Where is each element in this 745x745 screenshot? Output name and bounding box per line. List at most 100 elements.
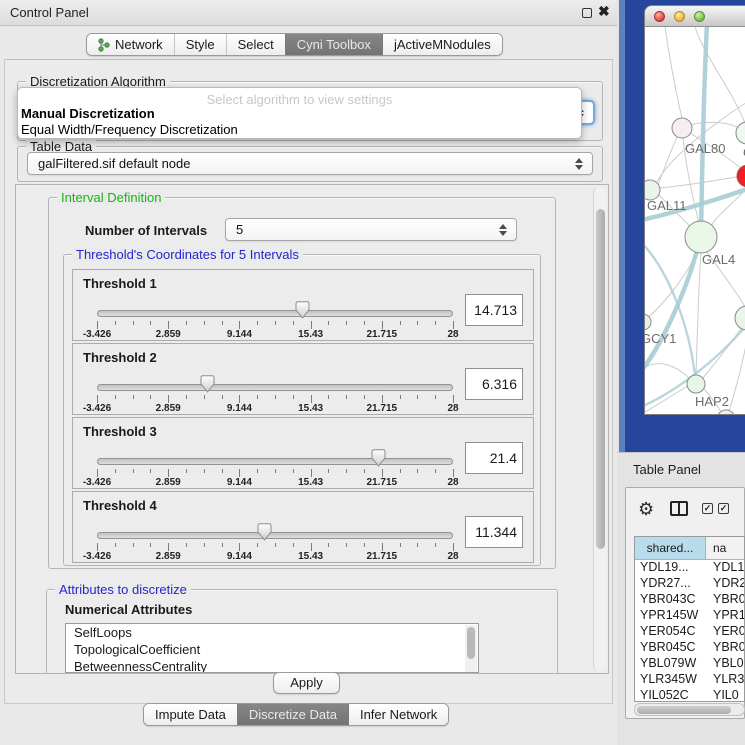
tick-label: 9.144	[227, 551, 252, 562]
minor-tick	[400, 543, 401, 547]
network-node-label: GAL11	[647, 198, 687, 213]
table-row[interactable]: YIL052CYIL0	[635, 688, 744, 702]
minor-tick	[275, 543, 276, 547]
thresholds-group-label: Threshold's Coordinates for 5 Intervals	[72, 247, 303, 262]
column-header-shared-name[interactable]: shared...	[635, 537, 706, 559]
tick-label: 15.43	[298, 329, 323, 340]
slider-track[interactable]	[97, 532, 453, 539]
network-edge[interactable]	[645, 385, 689, 412]
table-horizontal-scrollbar[interactable]	[634, 703, 745, 716]
network-node[interactable]	[645, 314, 651, 330]
threshold-value-field[interactable]: 6.316	[465, 368, 523, 400]
network-edge[interactable]	[658, 135, 678, 185]
network-node[interactable]	[737, 165, 745, 187]
network-node[interactable]	[736, 122, 745, 144]
slider-track[interactable]	[97, 458, 453, 465]
popup-item-equal-width-frequency[interactable]: Equal Width/Frequency Discretization	[21, 122, 238, 137]
slider-track[interactable]	[97, 310, 453, 317]
table-panel-header: Table Panel	[617, 452, 745, 486]
network-node[interactable]	[645, 180, 660, 200]
tab-impute-data[interactable]: Impute Data	[144, 704, 237, 725]
network-edge[interactable]	[665, 27, 682, 118]
threshold-value-field[interactable]: 14.713	[465, 294, 523, 326]
attributes-scrollbar[interactable]	[465, 625, 477, 673]
table-row[interactable]: YPR145WYPR1	[635, 608, 744, 624]
minor-tick	[435, 543, 436, 547]
tab-select[interactable]: Select	[226, 34, 285, 55]
minor-tick	[204, 395, 205, 399]
number-of-intervals-combobox[interactable]: 5	[225, 218, 517, 241]
network-window-titlebar[interactable]	[645, 6, 745, 27]
close-icon[interactable]: ✖	[598, 3, 610, 20]
minor-tick	[133, 395, 134, 399]
network-node-label: GAL4	[702, 252, 735, 267]
cell-shared-name: YBR045C	[635, 640, 706, 656]
minimize-traffic-light-icon[interactable]	[674, 11, 685, 22]
threshold-value-field[interactable]: 21.4	[465, 442, 523, 474]
gear-icon[interactable]: ⚙	[638, 500, 654, 518]
numerical-attributes-list[interactable]: SelfLoopsTopologicalCoefficientBetweenne…	[65, 623, 479, 673]
tab-label: jActiveMNodules	[394, 37, 491, 52]
checkbox-icon[interactable]: ✓	[718, 503, 729, 514]
network-node[interactable]	[685, 221, 717, 253]
table-row[interactable]: YBL079WYBL0	[635, 656, 744, 672]
minor-tick	[400, 469, 401, 473]
columns-icon[interactable]	[670, 501, 688, 516]
minor-tick	[115, 395, 116, 399]
attribute-list-item[interactable]: TopologicalCoefficient	[66, 641, 478, 658]
table-row[interactable]: YDL19...YDL1	[635, 560, 744, 576]
network-edge[interactable]	[703, 327, 742, 378]
attribute-list-item[interactable]: SelfLoops	[66, 624, 478, 641]
main-vertical-scrollbar[interactable]	[593, 187, 606, 671]
tab-infer-network[interactable]: Infer Network	[348, 704, 448, 725]
thresholds-group: Threshold's Coordinates for 5 Intervals …	[63, 254, 541, 566]
cell-shared-name: YIL052C	[635, 688, 706, 702]
major-tick	[239, 469, 240, 477]
tab-discretize-data[interactable]: Discretize Data	[237, 704, 348, 725]
zoom-traffic-light-icon[interactable]	[694, 11, 705, 22]
slider-thumb[interactable]	[200, 375, 215, 393]
network-node-label: GAL80	[685, 141, 725, 156]
right-panel: GAL80GACGAL11GAL4GCY1HHAP2 Table Panel ⚙…	[617, 0, 745, 745]
float-window-icon[interactable]	[582, 8, 592, 18]
minor-tick	[435, 321, 436, 325]
slider-thumb[interactable]	[295, 301, 310, 319]
table-row[interactable]: YDR27...YDR2	[635, 576, 744, 592]
number-of-intervals-value: 5	[236, 222, 243, 237]
table-data-combobox[interactable]: galFiltered.sif default node	[27, 152, 593, 175]
popup-item-manual-discretization[interactable]: Manual Discretization	[21, 106, 155, 121]
table-row[interactable]: YLR345WYLR3	[635, 672, 744, 688]
tab-style[interactable]: Style	[174, 34, 226, 55]
table-row[interactable]: YER054CYER0	[635, 624, 744, 640]
major-tick	[168, 395, 169, 403]
slider-thumb[interactable]	[257, 523, 272, 541]
column-header-name[interactable]: na	[706, 537, 744, 559]
network-edge[interactable]	[645, 364, 690, 379]
attribute-list-item[interactable]: BetweennessCentrality	[66, 658, 478, 673]
network-canvas[interactable]: GAL80GACGAL11GAL4GCY1HHAP2	[645, 27, 745, 415]
checkbox-icon[interactable]: ✓	[702, 503, 713, 514]
apply-button[interactable]: Apply	[273, 672, 340, 694]
network-node[interactable]	[687, 375, 705, 393]
threshold-value-field[interactable]: 11.344	[465, 516, 523, 548]
minor-tick	[328, 321, 329, 325]
tick-label: -3.426	[83, 329, 111, 340]
slider-track[interactable]	[97, 384, 453, 391]
cell-shared-name: YBL079W	[635, 656, 706, 672]
network-edge[interactable]	[696, 253, 701, 375]
threshold-label: Threshold 3	[83, 424, 157, 439]
tab-network[interactable]: Network	[87, 34, 174, 55]
minor-tick	[328, 543, 329, 547]
minor-tick	[400, 321, 401, 325]
cell-shared-name: YDL19...	[635, 560, 706, 576]
tab-jactivemnodules[interactable]: jActiveMNodules	[382, 34, 502, 55]
tab-cyni-toolbox[interactable]: Cyni Toolbox	[285, 34, 382, 55]
close-traffic-light-icon[interactable]	[654, 11, 665, 22]
major-tick	[453, 321, 454, 329]
slider-thumb[interactable]	[371, 449, 386, 467]
network-node[interactable]	[672, 118, 692, 138]
network-node[interactable]	[735, 306, 745, 330]
table-row[interactable]: YBR043CYBR0	[635, 592, 744, 608]
table-row[interactable]: YBR045CYBR0	[635, 640, 744, 656]
network-graph: GAL80GACGAL11GAL4GCY1HHAP2	[645, 27, 745, 415]
